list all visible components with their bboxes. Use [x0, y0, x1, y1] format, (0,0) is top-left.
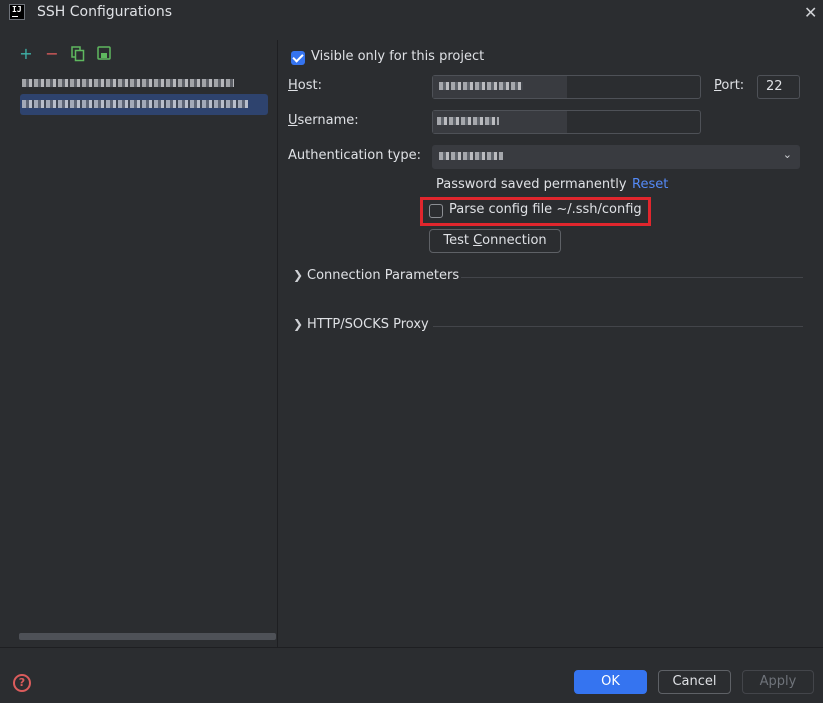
- auth-type-label: Authentication type:: [288, 148, 421, 163]
- test-connection-button[interactable]: Test Connection: [429, 229, 561, 253]
- chevron-right-icon: ❯: [293, 268, 304, 282]
- horizontal-scrollbar[interactable]: [19, 633, 276, 640]
- apply-button[interactable]: Apply: [742, 670, 814, 694]
- host-input[interactable]: [432, 75, 701, 99]
- list-item[interactable]: [20, 73, 268, 94]
- visible-only-checkbox[interactable]: [291, 51, 305, 65]
- section-title: HTTP/SOCKS Proxy: [307, 317, 429, 332]
- section-title: Connection Parameters: [307, 268, 460, 283]
- port-label: Port:: [714, 78, 745, 93]
- chevron-right-icon: ❯: [293, 317, 304, 331]
- title-bar: IJ SSH Configurations ✕: [0, 0, 823, 26]
- chevron-down-icon: ⌄: [782, 148, 792, 161]
- username-label: Username:: [288, 113, 359, 128]
- section-divider: [461, 277, 803, 278]
- cancel-button[interactable]: Cancel: [658, 670, 731, 694]
- password-status-text: Password saved permanently: [436, 177, 627, 192]
- auth-type-select[interactable]: ⌄: [432, 145, 800, 169]
- footer-divider: [0, 647, 823, 648]
- list-item-selected[interactable]: [20, 94, 268, 115]
- plus-icon[interactable]: +: [18, 46, 34, 62]
- close-icon[interactable]: ✕: [804, 3, 817, 22]
- help-icon[interactable]: ?: [13, 674, 31, 692]
- window-title: SSH Configurations: [37, 4, 172, 20]
- username-input[interactable]: [432, 110, 701, 134]
- redacted-text: [439, 152, 503, 160]
- redacted-text: [22, 100, 248, 108]
- reset-link[interactable]: Reset: [632, 177, 668, 192]
- port-input[interactable]: 22: [757, 75, 800, 99]
- intellij-icon: IJ: [9, 4, 25, 20]
- copy-icon[interactable]: [70, 46, 86, 62]
- redacted-text: [22, 79, 234, 87]
- redacted-text: [439, 82, 523, 90]
- redacted-text: [437, 117, 499, 125]
- configurations-list-panel: + −: [0, 40, 278, 647]
- parse-config-checkbox[interactable]: [429, 204, 443, 218]
- visible-only-label: Visible only for this project: [311, 49, 485, 64]
- http-socks-proxy-section[interactable]: ❯ HTTP/SOCKS Proxy: [293, 317, 803, 335]
- connection-parameters-section[interactable]: ❯ Connection Parameters: [293, 268, 803, 286]
- minus-icon[interactable]: −: [44, 46, 60, 62]
- section-divider: [433, 326, 803, 327]
- host-label: Host:: [288, 78, 322, 93]
- ok-button[interactable]: OK: [574, 670, 647, 694]
- parse-config-label: Parse config file ~/.ssh/config: [449, 202, 642, 217]
- save-icon[interactable]: [96, 46, 112, 62]
